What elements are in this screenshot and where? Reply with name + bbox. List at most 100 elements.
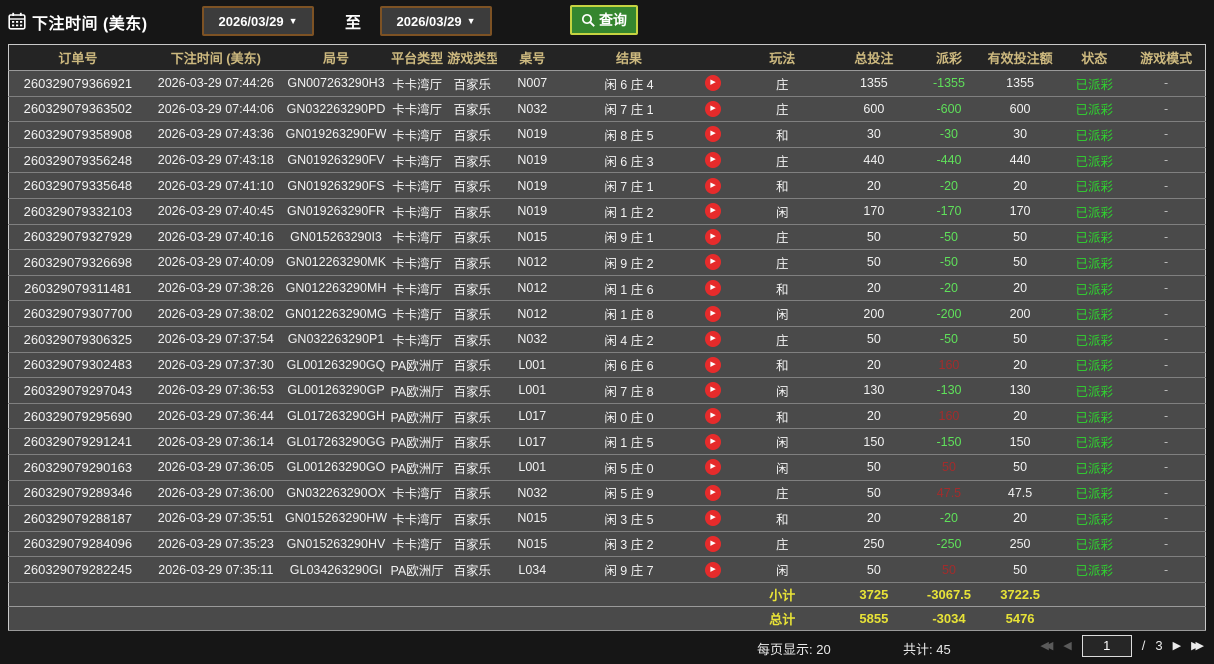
replay-play-icon[interactable]: ▶ xyxy=(705,254,721,270)
cell-platform: PA欧洲厅 xyxy=(387,352,447,378)
cell-game-type: 百家乐 xyxy=(447,173,497,199)
cell-round-number: GL017263290GH xyxy=(285,403,387,429)
cell-game-type: 百家乐 xyxy=(447,71,497,97)
cell-platform: 卡卡湾厅 xyxy=(387,301,447,327)
cell-game-mode: - xyxy=(1127,147,1205,173)
replay-play-icon[interactable]: ▶ xyxy=(705,510,721,526)
replay-play-icon[interactable]: ▶ xyxy=(705,101,721,117)
table-row: 260329079327929 2026-03-29 07:40:16 GN01… xyxy=(9,224,1206,250)
cell-order-number: 260329079332103 xyxy=(9,198,147,224)
cell-order-number: 260329079307700 xyxy=(9,301,147,327)
cell-result: 闲 8 庄 5 xyxy=(567,122,690,148)
first-page-icon[interactable]: ◀◀ xyxy=(1040,639,1053,652)
date-to-picker[interactable]: 2026/03/29 ▼ xyxy=(380,6,492,36)
cell-round-number: GL017263290GG xyxy=(285,429,387,455)
replay-play-icon[interactable]: ▶ xyxy=(705,536,721,552)
cell-play-type: 庄 xyxy=(736,250,829,276)
replay-play-icon[interactable]: ▶ xyxy=(705,485,721,501)
cell-game-type: 百家乐 xyxy=(447,429,497,455)
replay-play-icon[interactable]: ▶ xyxy=(705,75,721,91)
cell-status: 已派彩 xyxy=(1061,198,1127,224)
replay-play-icon[interactable]: ▶ xyxy=(705,331,721,347)
col-header-result: 结果 xyxy=(567,45,690,71)
last-page-icon[interactable]: ▶▶ xyxy=(1191,639,1204,652)
table-row: 260329079311481 2026-03-29 07:38:26 GN01… xyxy=(9,275,1206,301)
cell-round-number: GN015263290I3 xyxy=(285,224,387,250)
cell-total-bet: 20 xyxy=(829,275,919,301)
col-header-replay xyxy=(691,45,736,71)
table-row: 260329079332103 2026-03-29 07:40:45 GN01… xyxy=(9,198,1206,224)
grand-total-row: 总计 5855 -3034 5476 xyxy=(9,606,1206,630)
cell-status: 已派彩 xyxy=(1061,531,1127,557)
cell-payout: -20 xyxy=(919,173,979,199)
cell-table-number: N032 xyxy=(497,96,567,122)
cell-order-number: 260329079363502 xyxy=(9,96,147,122)
cell-game-type: 百家乐 xyxy=(447,352,497,378)
table-row: 260329079363502 2026-03-29 07:44:06 GN03… xyxy=(9,96,1206,122)
prev-page-icon[interactable]: ◀ xyxy=(1063,639,1071,652)
replay-play-icon[interactable]: ▶ xyxy=(705,280,721,296)
cell-total-bet: 600 xyxy=(829,96,919,122)
replay-play-icon[interactable]: ▶ xyxy=(705,178,721,194)
cell-total-bet: 50 xyxy=(829,250,919,276)
search-button-label: 查询 xyxy=(599,10,627,30)
cell-game-type: 百家乐 xyxy=(447,250,497,276)
date-from-picker[interactable]: 2026/03/29 ▼ xyxy=(202,6,314,36)
replay-play-icon[interactable]: ▶ xyxy=(705,229,721,245)
calendar-icon xyxy=(8,12,26,30)
replay-play-icon[interactable]: ▶ xyxy=(705,408,721,424)
cell-valid-bet: 50 xyxy=(979,557,1061,583)
cell-platform: 卡卡湾厅 xyxy=(387,198,447,224)
search-button[interactable]: 查询 xyxy=(570,5,638,35)
cell-payout: -170 xyxy=(919,198,979,224)
cell-play-type: 闲 xyxy=(736,429,829,455)
next-page-icon[interactable]: ▶ xyxy=(1173,639,1181,652)
cell-bet-time: 2026-03-29 07:44:26 xyxy=(147,71,285,97)
cell-status: 已派彩 xyxy=(1061,71,1127,97)
cell-game-mode: - xyxy=(1127,326,1205,352)
cell-game-mode: - xyxy=(1127,275,1205,301)
replay-play-icon[interactable]: ▶ xyxy=(705,152,721,168)
cell-payout: 50 xyxy=(919,557,979,583)
cell-table-number: N015 xyxy=(497,531,567,557)
cell-payout: -250 xyxy=(919,531,979,557)
replay-play-icon[interactable]: ▶ xyxy=(705,357,721,373)
page-number-input[interactable] xyxy=(1082,635,1132,657)
replay-play-icon[interactable]: ▶ xyxy=(705,382,721,398)
grand-total-label: 总计 xyxy=(736,606,829,630)
cell-valid-bet: 200 xyxy=(979,301,1061,327)
grand-total-valid-bet: 5476 xyxy=(979,606,1061,630)
cell-round-number: GN012263290MH xyxy=(285,275,387,301)
filter-title: 下注时间 (美东) xyxy=(32,10,148,34)
cell-platform: 卡卡湾厅 xyxy=(387,480,447,506)
cell-play-type: 和 xyxy=(736,403,829,429)
subtotal-row: 小计 3725 -3067.5 3722.5 xyxy=(9,582,1206,606)
replay-play-icon[interactable]: ▶ xyxy=(705,306,721,322)
cell-platform: PA欧洲厅 xyxy=(387,378,447,404)
cell-platform: PA欧洲厅 xyxy=(387,557,447,583)
cell-platform: 卡卡湾厅 xyxy=(387,224,447,250)
cell-round-number: GN032263290PD xyxy=(285,96,387,122)
cell-status: 已派彩 xyxy=(1061,326,1127,352)
cell-result: 闲 4 庄 2 xyxy=(567,326,690,352)
table-row: 260329079358908 2026-03-29 07:43:36 GN01… xyxy=(9,122,1206,148)
cell-result: 闲 6 庄 3 xyxy=(567,147,690,173)
cell-platform: PA欧洲厅 xyxy=(387,403,447,429)
cell-bet-time: 2026-03-29 07:36:44 xyxy=(147,403,285,429)
replay-play-icon[interactable]: ▶ xyxy=(705,434,721,450)
cell-total-bet: 1355 xyxy=(829,71,919,97)
cell-result: 闲 1 庄 5 xyxy=(567,429,690,455)
cell-game-mode: - xyxy=(1127,71,1205,97)
cell-platform: 卡卡湾厅 xyxy=(387,506,447,532)
replay-play-icon[interactable]: ▶ xyxy=(705,562,721,578)
cell-order-number: 260329079366921 xyxy=(9,71,147,97)
cell-round-number: GN012263290MG xyxy=(285,301,387,327)
cell-payout: -150 xyxy=(919,429,979,455)
replay-play-icon[interactable]: ▶ xyxy=(705,203,721,219)
cell-platform: PA欧洲厅 xyxy=(387,429,447,455)
replay-play-icon[interactable]: ▶ xyxy=(705,126,721,142)
table-row: 260329079295690 2026-03-29 07:36:44 GL01… xyxy=(9,403,1206,429)
cell-game-mode: - xyxy=(1127,122,1205,148)
replay-play-icon[interactable]: ▶ xyxy=(705,459,721,475)
cell-game-mode: - xyxy=(1127,557,1205,583)
